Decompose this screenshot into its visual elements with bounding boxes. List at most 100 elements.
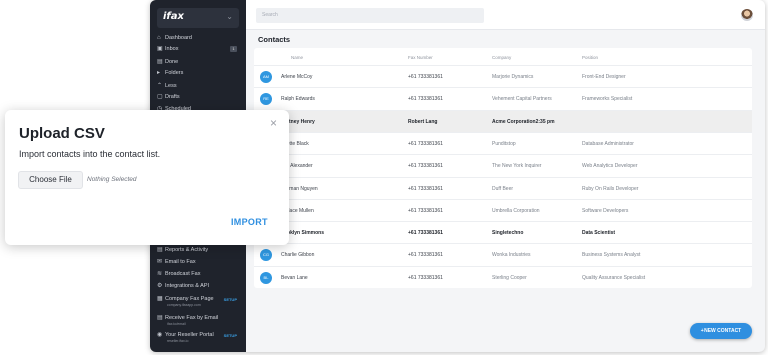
cell-position: Frameworks Specialist xyxy=(582,96,633,103)
cell-position: Front-End Designer xyxy=(582,74,626,80)
account-switcher[interactable]: ifax ⌄ xyxy=(157,8,239,28)
draft-icon: ▢ xyxy=(157,94,163,100)
sidebar-item-receive-fax-by-email[interactable]: ▤ Receive Fax by Email ifax.to/email xyxy=(157,313,241,326)
sidebar-item-label: Reports & Activity xyxy=(165,247,209,253)
sidebar-item-integrations-api[interactable]: ⚙ Integrations & API xyxy=(157,281,241,292)
cell-name: Charlie Gibbon xyxy=(281,252,315,259)
cell-position: Web Analytics Developer xyxy=(582,163,638,170)
column-header-position: Position xyxy=(582,55,599,60)
sidebar-item-folders[interactable]: ▸ Folders xyxy=(157,68,241,79)
cell-fax: +61 733381361 xyxy=(408,230,443,237)
sidebar-item-your-reseller-portal[interactable]: ◉ Your Reseller Portal reseller.ifax.io SET… xyxy=(157,330,241,343)
table-row[interactable]: AM Arlene McCoy +61 733381361 Marjorie Dyna… xyxy=(254,65,752,88)
archive-icon: ▤ xyxy=(157,59,163,65)
column-header-company: Company xyxy=(492,55,512,60)
sidebar-item-label: Drafts xyxy=(165,94,180,100)
table-row[interactable]: nette Black +61 733381361 Punditstop Databa… xyxy=(254,131,752,155)
count-badge: 1 xyxy=(230,46,237,52)
cell-position: Ruby On Rails Developer xyxy=(582,185,639,192)
cell-fax: +61 733381361 xyxy=(408,74,443,80)
table-row[interactable]: lie Alexander +61 733381361 The New York I… xyxy=(254,154,752,177)
cell-company: Marjorie Dynamics xyxy=(492,74,534,80)
cell-position: Business Systems Analyst xyxy=(582,252,641,259)
cell-fax: +61 733381361 xyxy=(408,163,443,170)
column-header-fax: Fax Number xyxy=(408,55,433,60)
table-row[interactable]: urtney Henry Robert Lang Acme Corporation2… xyxy=(254,109,752,133)
sidebar-item-label: Less xyxy=(165,83,177,89)
file-status-text: Nothing Selected xyxy=(87,176,137,183)
cell-fax: +61 733381361 xyxy=(408,274,443,281)
table-row[interactable]: CG Charlie Gibbon +61 733381361 Wonka Indus… xyxy=(254,243,752,266)
cell-position: Quality Assurance Specialist xyxy=(582,274,646,281)
choose-file-button[interactable]: Choose File xyxy=(18,171,83,189)
sidebar-item-label: Dashboard xyxy=(165,35,192,41)
cell-company: Acme Corporation2:35 pm xyxy=(492,118,555,125)
sidebar-item-done[interactable]: ▤ Done xyxy=(157,57,241,68)
receive-icon: ▤ xyxy=(157,315,163,321)
logo: ifax xyxy=(163,11,184,22)
sidebar-item-label: Broadcast Fax xyxy=(165,271,201,277)
page-icon: ▦ xyxy=(157,296,163,302)
dialog-title: Upload CSV xyxy=(19,125,105,142)
table-row[interactable]: ooklyn Simmons +61 733381361 Singletechno D… xyxy=(254,221,752,244)
user-avatar[interactable] xyxy=(741,9,753,21)
setup-link[interactable]: SETUP xyxy=(224,294,237,305)
sidebar-item-subtitle: ifax.to/email xyxy=(167,322,186,326)
contact-avatar: RE xyxy=(260,93,272,106)
table-row[interactable]: ndace Mullen +61 733381361 Umbrella Corpor… xyxy=(254,198,752,222)
sidebar-item-label: Your Reseller Portal xyxy=(165,332,214,338)
cell-name: Arlene McCoy xyxy=(281,74,313,80)
table-row[interactable]: BL Bevan Lane +61 733381361 Sterling Cooper… xyxy=(254,265,752,289)
sidebar-item-dashboard[interactable]: ⌂ Dashboard xyxy=(157,33,241,44)
sidebar-item-email-to-fax[interactable]: ✉ Email to Fax xyxy=(157,257,241,268)
sidebar-item-less[interactable]: ⌃ Less xyxy=(157,81,241,92)
new-contact-label: NEW CONTACT xyxy=(704,328,742,334)
cell-company: Umbrella Corporation xyxy=(492,207,540,214)
sidebar-item-label: Email to Fax xyxy=(165,259,196,265)
sidebar-item-label: Folders xyxy=(165,70,184,76)
search-input[interactable]: Search xyxy=(256,8,484,23)
cell-position: Data Scientist xyxy=(582,230,616,237)
upload-csv-dialog: Upload CSV × Import contacts into the co… xyxy=(5,110,289,245)
import-button[interactable]: IMPORT xyxy=(231,217,268,227)
sidebar-item-label: Integrations & API xyxy=(165,283,210,289)
cell-company: Vehement Capital Partners xyxy=(492,96,552,103)
cell-company: Duff Beer xyxy=(492,185,514,192)
close-icon[interactable]: × xyxy=(270,116,277,130)
cell-position: Database Administrator xyxy=(582,140,634,147)
cell-fax: Robert Lang xyxy=(408,118,438,125)
column-header-name: Name xyxy=(291,55,304,60)
sidebar-item-label: Inbox xyxy=(165,46,179,52)
cell-name: ooklyn Simmons xyxy=(284,230,325,237)
contact-avatar: BL xyxy=(260,271,272,284)
cell-name: uyman Nguyen xyxy=(284,185,318,192)
sidebar-item-label: Done xyxy=(165,59,179,65)
cell-company: Sterling Cooper xyxy=(492,274,527,281)
table-row[interactable]: uyman Nguyen +61 733381361 Duff Beer Ruby O… xyxy=(254,176,752,200)
top-bar: Search xyxy=(246,0,765,30)
new-contact-button[interactable]: + NEW CONTACT xyxy=(690,323,752,339)
sidebar-item-reports-activity[interactable]: ▤ Reports & Activity xyxy=(157,245,241,256)
report-icon: ▤ xyxy=(157,247,163,253)
cell-company: Wonka Industries xyxy=(492,252,531,259)
cell-fax: +61 733381361 xyxy=(408,140,443,147)
cell-fax: +61 733381361 xyxy=(408,96,443,103)
cell-position: Software Developers xyxy=(582,207,629,214)
setup-link[interactable]: SETUP xyxy=(224,330,237,341)
sidebar-item-broadcast-fax[interactable]: ≋ Broadcast Fax xyxy=(157,269,241,280)
sidebar-item-drafts[interactable]: ▢ Drafts xyxy=(157,92,241,103)
portal-icon: ◉ xyxy=(157,332,163,338)
sidebar-item-company-fax-page[interactable]: ▦ Company Fax Page company.ifaxapp.com SETU… xyxy=(157,294,241,307)
dialog-description: Import contacts into the contact list. xyxy=(19,149,161,159)
cell-name: Bevan Lane xyxy=(281,274,308,281)
cell-company: Singletechno xyxy=(492,230,524,237)
folder-icon: ▸ xyxy=(157,70,161,76)
cell-fax: +61 733381361 xyxy=(408,185,443,192)
contacts-table: Name Fax Number Company Position AM Arlen… xyxy=(254,48,752,288)
sidebar-item-label: Receive Fax by Email xyxy=(165,315,219,321)
cell-company: Punditstop xyxy=(492,140,516,147)
sidebar-item-inbox[interactable]: ▣ Inbox 1 xyxy=(157,44,241,55)
table-row[interactable]: RE Ralph Edwards +61 733381361 Vehement Cap… xyxy=(254,87,752,110)
sidebar-item-label: Company Fax Page xyxy=(165,296,214,302)
plug-icon: ⚙ xyxy=(157,283,163,289)
